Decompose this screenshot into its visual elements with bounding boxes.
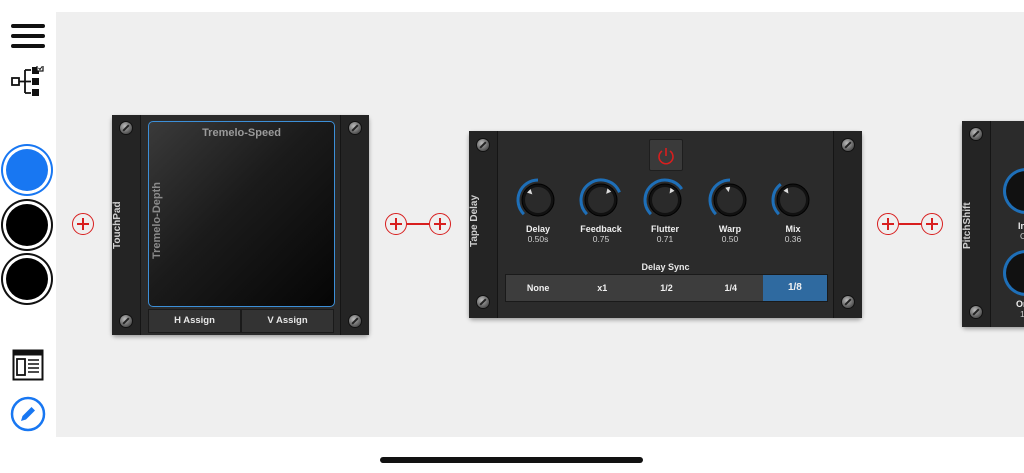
pitch-knob-partial[interactable] <box>1006 171 1024 211</box>
tape-delay-module: Tape Delay Delay 0.50s Feedback 0.75 Flutter… <box>469 131 862 318</box>
knob-delay[interactable]: Delay 0.50s <box>515 177 561 244</box>
xy-touch-pad[interactable]: Tremelo-Speed Tremelo-Depth <box>148 121 335 307</box>
partial-knob-label: In <box>1018 221 1024 231</box>
knob-value: 0.50 <box>721 234 739 244</box>
sync-option-1-4[interactable]: 1/4 <box>699 275 763 301</box>
screw-icon <box>349 122 361 134</box>
knob-label: Warp <box>718 224 742 234</box>
vertical-param-label: Tremelo-Depth <box>151 182 163 260</box>
add-module-button-1[interactable] <box>72 213 94 235</box>
knob-value: 0.36 <box>784 234 802 244</box>
chain-link <box>899 223 921 225</box>
module-rail-left: TouchPad <box>112 115 141 335</box>
v-assign-button[interactable]: V Assign <box>241 309 334 333</box>
knob-label: Mix <box>785 224 801 234</box>
screw-icon <box>477 296 489 308</box>
knob-value: 0.71 <box>656 234 674 244</box>
knob-label: Flutter <box>651 224 679 234</box>
knob-mix[interactable]: Mix 0.36 <box>770 177 816 244</box>
module-rail-right <box>340 115 369 335</box>
module-rail-left: Tape Delay <box>469 131 498 318</box>
sync-option-1-2[interactable]: 1/2 <box>634 275 698 301</box>
add-module-button-3[interactable] <box>429 213 451 235</box>
delay-sync-segmented-control: None x1 1/2 1/4 1/8 <box>505 274 828 302</box>
screw-icon <box>970 128 982 140</box>
partial-knob-value: 1 <box>1020 309 1024 319</box>
partial-knob-value: O <box>1020 231 1024 241</box>
add-module-button-5[interactable] <box>921 213 943 235</box>
sync-option-none[interactable]: None <box>506 275 570 301</box>
add-module-button-4[interactable] <box>877 213 899 235</box>
module-title: TouchPad <box>112 201 123 249</box>
screw-icon <box>349 315 361 327</box>
preset-button-2[interactable] <box>6 204 48 246</box>
signal-chain-tree-icon[interactable] <box>11 64 45 103</box>
knob-dial <box>643 178 683 217</box>
power-toggle-button[interactable] <box>649 139 683 171</box>
knob-warp[interactable]: Warp 0.50 <box>707 177 753 244</box>
knob-value: 0.75 <box>592 234 610 244</box>
knob-label: Feedback <box>580 224 622 234</box>
screw-icon <box>120 122 132 134</box>
preset-button-1[interactable] <box>6 149 48 191</box>
delay-sync-label: Delay Sync <box>641 262 690 272</box>
h-assign-button[interactable]: H Assign <box>148 309 241 333</box>
touchpad-module: TouchPad Tremelo-Speed Tremelo-Depth H A… <box>112 115 369 335</box>
horizontal-param-label: Tremelo-Speed <box>202 127 281 139</box>
sync-option-1-8[interactable]: 1/8 <box>762 275 828 301</box>
preset-button-3[interactable] <box>6 258 48 300</box>
screw-icon <box>970 306 982 318</box>
layout-view-icon[interactable] <box>12 349 44 386</box>
knob-dial <box>771 183 810 217</box>
chain-link <box>407 223 429 225</box>
screw-icon <box>842 296 854 308</box>
partial-knob-label: Or <box>1016 299 1024 309</box>
screw-icon <box>477 139 489 151</box>
module-title: Tape Delay <box>469 194 480 248</box>
knob-dial <box>579 178 621 217</box>
screw-icon <box>120 315 132 327</box>
module-rail-left: PitchShift <box>962 121 991 327</box>
module-title: PitchShift <box>962 202 973 250</box>
edit-pencil-icon[interactable] <box>10 396 46 437</box>
power-icon <box>658 148 674 165</box>
sidebar <box>0 0 56 473</box>
knob-value: 0.50s <box>527 234 549 244</box>
sync-option-x1[interactable]: x1 <box>570 275 634 301</box>
pitch-knob-partial[interactable] <box>1006 253 1024 293</box>
knob-dial <box>516 178 555 217</box>
screw-icon <box>842 139 854 151</box>
pitchshift-module: PitchShift In O Or 1 <box>962 121 1024 327</box>
add-module-button-2[interactable] <box>385 213 407 235</box>
hamburger-menu-icon[interactable] <box>11 24 45 50</box>
module-rail-right <box>833 131 862 318</box>
knob-dial <box>708 178 747 217</box>
home-indicator <box>380 457 643 463</box>
knob-flutter[interactable]: Flutter 0.71 <box>642 177 688 244</box>
knob-feedback[interactable]: Feedback 0.75 <box>578 177 624 244</box>
knob-label: Delay <box>525 224 551 234</box>
